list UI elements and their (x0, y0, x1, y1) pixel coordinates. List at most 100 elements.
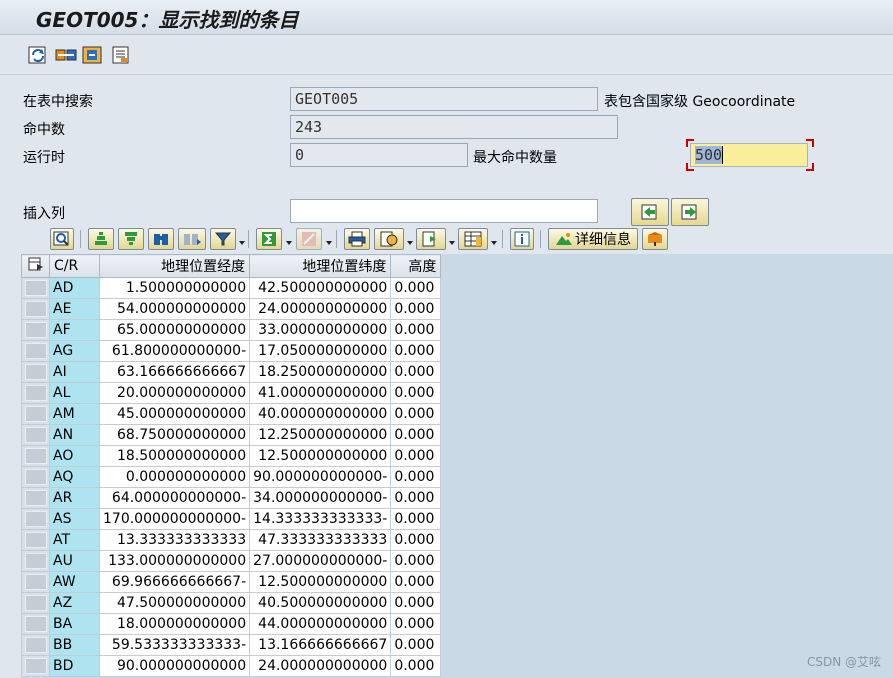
print-button[interactable] (344, 228, 370, 250)
cell-altitude[interactable]: 0.000 (390, 298, 442, 320)
cell-country-code[interactable]: AL (49, 382, 100, 404)
cell-altitude[interactable]: 0.000 (390, 487, 442, 509)
table-row[interactable]: AS 170.000000000000- 14.333333333333- 0.000 (21, 508, 442, 530)
cell-latitude[interactable]: 24.000000000000 (249, 298, 392, 320)
cell-country-code[interactable]: AU (49, 550, 100, 572)
row-selector[interactable] (21, 571, 50, 593)
field-selection-icon[interactable] (55, 44, 77, 66)
table-row[interactable]: BB 59.533333333333- 13.166666666667 0.000 (21, 634, 442, 656)
views-dropdown-icon[interactable] (407, 241, 413, 245)
cell-altitude[interactable]: 0.000 (390, 550, 442, 572)
subtotal-dropdown-icon[interactable] (326, 241, 332, 245)
cell-longitude[interactable]: 68.750000000000 (98, 424, 251, 446)
table-row[interactable]: AT 13.333333333333 47.333333333333 0.000 (21, 529, 442, 551)
cell-latitude[interactable]: 34.000000000000- (249, 487, 392, 509)
sort-descending-button[interactable] (118, 228, 144, 250)
cell-latitude[interactable]: 12.250000000000 (249, 424, 392, 446)
insert-column-left-button[interactable] (631, 198, 669, 226)
sum-dropdown-icon[interactable] (286, 241, 292, 245)
cell-longitude[interactable]: 61.800000000000- (98, 340, 251, 362)
layout-button[interactable] (458, 228, 488, 250)
cell-country-code[interactable]: AF (49, 319, 100, 341)
cell-altitude[interactable]: 0.000 (390, 655, 442, 677)
cell-altitude[interactable]: 0.000 (390, 571, 442, 593)
cell-longitude[interactable]: 64.000000000000- (98, 487, 251, 509)
refresh-icon[interactable] (27, 44, 49, 66)
select-all-header[interactable] (21, 254, 50, 278)
row-selector[interactable] (21, 592, 50, 614)
cell-altitude[interactable]: 0.000 (390, 340, 442, 362)
table-row[interactable]: BA 18.000000000000 44.000000000000 0.000 (21, 613, 442, 635)
cell-country-code[interactable]: AO (49, 445, 100, 467)
table-row[interactable]: AG 61.800000000000- 17.050000000000 0.000 (21, 340, 442, 362)
table-row[interactable]: AN 68.750000000000 12.250000000000 0.000 (21, 424, 442, 446)
cell-country-code[interactable]: AG (49, 340, 100, 362)
cell-longitude[interactable]: 47.500000000000 (98, 592, 251, 614)
cell-country-code[interactable]: AR (49, 487, 100, 509)
cell-longitude[interactable]: 18.000000000000 (98, 613, 251, 635)
cell-latitude[interactable]: 13.166666666667 (249, 634, 392, 656)
cell-longitude[interactable]: 20.000000000000 (98, 382, 251, 404)
cell-country-code[interactable]: AQ (49, 466, 100, 488)
info-button[interactable] (510, 228, 534, 250)
row-selector[interactable] (21, 340, 50, 362)
sum-button[interactable] (256, 228, 282, 250)
cell-altitude[interactable]: 0.000 (390, 529, 442, 551)
cell-latitude[interactable]: 41.000000000000 (249, 382, 392, 404)
row-selector[interactable] (21, 634, 50, 656)
cell-latitude[interactable]: 14.333333333333- (249, 508, 392, 530)
cell-longitude[interactable]: 63.166666666667 (98, 361, 251, 383)
cell-longitude[interactable]: 170.000000000000- (98, 508, 251, 530)
table-row[interactable]: AM 45.000000000000 40.000000000000 0.000 (21, 403, 442, 425)
max-hits-input[interactable]: 500 (690, 143, 808, 167)
export-button[interactable] (416, 228, 446, 250)
cell-altitude[interactable]: 0.000 (390, 403, 442, 425)
cell-country-code[interactable]: BD (49, 655, 100, 677)
insert-column-input[interactable] (290, 199, 598, 223)
filter-dropdown-icon[interactable] (239, 241, 245, 245)
cell-longitude[interactable]: 18.500000000000 (98, 445, 251, 467)
cell-longitude[interactable]: 54.000000000000 (98, 298, 251, 320)
cell-latitude[interactable]: 24.000000000000 (249, 655, 392, 677)
column-header-longitude[interactable]: 地理位置经度 (98, 254, 251, 278)
table-name-field[interactable]: GEOT005 (290, 87, 598, 111)
cell-country-code[interactable]: AZ (49, 592, 100, 614)
row-selector[interactable] (21, 445, 50, 467)
cell-country-code[interactable]: AI (49, 361, 100, 383)
cell-altitude[interactable]: 0.000 (390, 361, 442, 383)
table-row[interactable]: AE 54.000000000000 24.000000000000 0.000 (21, 298, 442, 320)
cell-country-code[interactable]: AD (49, 277, 100, 299)
details-button[interactable] (50, 228, 74, 250)
cell-country-code[interactable]: AS (49, 508, 100, 530)
cell-longitude[interactable]: 13.333333333333 (98, 529, 251, 551)
cell-latitude[interactable]: 90.000000000000- (249, 466, 392, 488)
row-selector[interactable] (21, 403, 50, 425)
detail-info-button[interactable]: 详细信息 (548, 228, 638, 250)
table-row[interactable]: AD 1.500000000000 42.500000000000 0.000 (21, 277, 442, 299)
cell-altitude[interactable]: 0.000 (390, 634, 442, 656)
cell-latitude[interactable]: 42.500000000000 (249, 277, 392, 299)
cell-longitude[interactable]: 45.000000000000 (98, 403, 251, 425)
row-selector[interactable] (21, 298, 50, 320)
cell-latitude[interactable]: 33.000000000000 (249, 319, 392, 341)
insert-column-right-button[interactable] (671, 198, 709, 226)
cell-country-code[interactable]: BA (49, 613, 100, 635)
cell-altitude[interactable]: 0.000 (390, 319, 442, 341)
cell-latitude[interactable]: 40.000000000000 (249, 403, 392, 425)
table-row[interactable]: AO 18.500000000000 12.500000000000 0.000 (21, 445, 442, 467)
row-selector[interactable] (21, 319, 50, 341)
cell-latitude[interactable]: 12.500000000000 (249, 571, 392, 593)
cell-latitude[interactable]: 40.500000000000 (249, 592, 392, 614)
subtotal-button[interactable] (296, 228, 322, 250)
cell-longitude[interactable]: 59.533333333333- (98, 634, 251, 656)
cell-altitude[interactable]: 0.000 (390, 592, 442, 614)
table-row[interactable]: AR 64.000000000000- 34.000000000000- 0.000 (21, 487, 442, 509)
row-selector[interactable] (21, 550, 50, 572)
cell-country-code[interactable]: AN (49, 424, 100, 446)
list-icon[interactable] (110, 44, 132, 66)
cell-altitude[interactable]: 0.000 (390, 382, 442, 404)
cell-altitude[interactable]: 0.000 (390, 277, 442, 299)
find-next-button[interactable] (178, 228, 206, 250)
row-selector[interactable] (21, 361, 50, 383)
row-selector[interactable] (21, 466, 50, 488)
